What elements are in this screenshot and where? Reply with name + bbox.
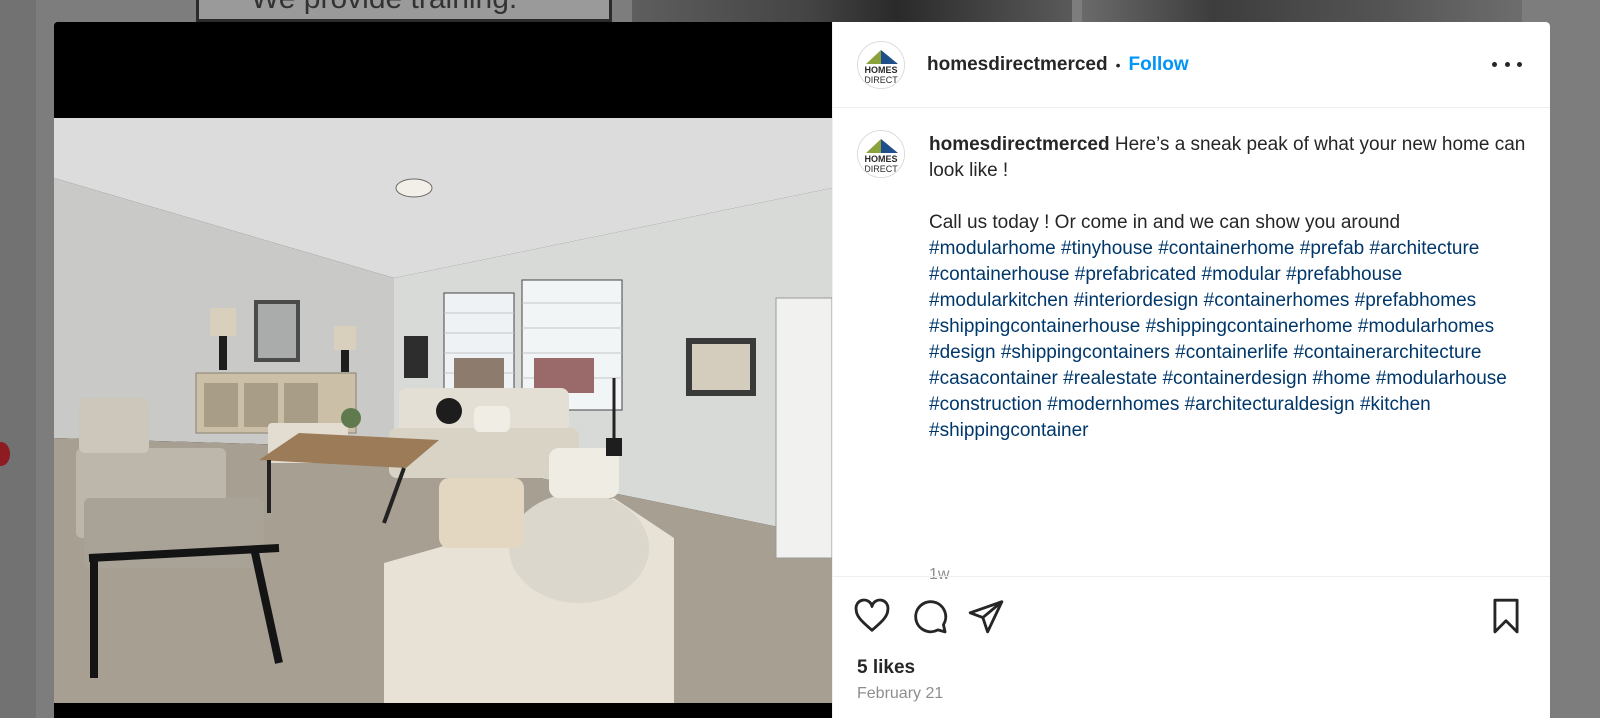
bookmark-icon[interactable] [1487, 597, 1525, 635]
separator-dot: • [1115, 56, 1121, 73]
post-date[interactable]: February 21 [857, 685, 943, 703]
hashtag-link[interactable]: #containerdesign [1162, 368, 1307, 389]
svg-text:HOMES: HOMES [864, 154, 897, 164]
hashtag-link[interactable]: #prefabhomes [1355, 290, 1476, 311]
hashtag-link[interactable]: #modularhomes [1358, 316, 1494, 337]
homes-direct-logo-icon: HOMES DIRECT [858, 41, 904, 88]
background-card-text: We provide training. [251, 0, 517, 16]
post-modal: HOMES DIRECT homesdirectmerced • Follow … [54, 22, 1550, 718]
homes-direct-logo-icon: HOMES DIRECT [858, 131, 904, 177]
paper-plane-icon[interactable] [967, 597, 1005, 635]
background-photo [1082, 0, 1522, 22]
caption-username[interactable]: homesdirectmerced [929, 134, 1110, 155]
hashtag-link[interactable]: #modularhouse [1376, 368, 1507, 389]
hashtag-link[interactable]: #tinyhouse [1061, 238, 1153, 259]
caption-area: HOMES DIRECT homesdirectmerced Here’s a … [833, 108, 1550, 583]
hashtag-link[interactable]: #casacontainer [929, 368, 1058, 389]
hashtag-link[interactable]: #modular [1202, 264, 1281, 285]
hashtag-link[interactable]: #containerhome [1158, 238, 1294, 259]
hashtag-link[interactable]: #shippingcontainerhouse [929, 316, 1140, 337]
hashtag-link[interactable]: #kitchen [1360, 394, 1431, 415]
hashtag-link[interactable]: #interiordesign [1074, 290, 1199, 311]
svg-text:DIRECT: DIRECT [864, 75, 898, 85]
post-header: HOMES DIRECT homesdirectmerced • Follow [833, 22, 1550, 108]
hashtag-link[interactable]: #shippingcontainers [1001, 342, 1170, 363]
svg-text:HOMES: HOMES [864, 65, 897, 75]
post-media[interactable] [54, 22, 832, 718]
avatar[interactable]: HOMES DIRECT [857, 40, 905, 89]
caption-line-2: Call us today ! Or come in and we can sh… [929, 212, 1401, 233]
post-caption: homesdirectmerced Here’s a sneak peak of… [929, 132, 1529, 444]
hashtag-link[interactable]: #design [929, 342, 996, 363]
follow-button[interactable]: Follow [1128, 54, 1188, 76]
hashtag-link[interactable]: #realestate [1063, 368, 1157, 389]
hashtag-link[interactable]: #containerhouse [929, 264, 1070, 285]
hashtag-link[interactable]: #modularkitchen [929, 290, 1068, 311]
comment-icon[interactable] [911, 597, 949, 635]
post-side-panel: HOMES DIRECT homesdirectmerced • Follow … [832, 22, 1550, 718]
hashtag-link[interactable]: #construction [929, 394, 1042, 415]
hashtag-link[interactable]: #containerlife [1175, 342, 1288, 363]
hashtag-link[interactable]: #architecture [1370, 238, 1480, 259]
living-room-photo [54, 118, 832, 703]
post-actions: 5 likes February 21 [833, 576, 1550, 718]
background-photo [632, 0, 1072, 22]
hashtag-link[interactable]: #shippingcontainerhome [1146, 316, 1353, 337]
svg-text:DIRECT: DIRECT [864, 164, 898, 174]
post-photo[interactable] [54, 118, 832, 703]
post-author-username[interactable]: homesdirectmerced [927, 54, 1108, 76]
hashtag-link[interactable]: #containerhomes [1204, 290, 1350, 311]
caption-avatar[interactable]: HOMES DIRECT [857, 130, 905, 178]
likes-count[interactable]: 5 likes [857, 657, 915, 679]
heart-icon[interactable] [853, 597, 891, 635]
hashtag-link[interactable]: #prefab [1300, 238, 1364, 259]
more-options-icon[interactable] [1492, 52, 1522, 76]
hashtag-list: #modularhome #tinyhouse #containerhome #… [929, 236, 1529, 444]
hashtag-link[interactable]: #shippingcontainer [929, 420, 1089, 441]
hashtag-link[interactable]: #modernhomes [1047, 394, 1179, 415]
background-sidebar [0, 0, 36, 718]
hashtag-link[interactable]: #home [1312, 368, 1370, 389]
background-card: We provide training. [196, 0, 612, 22]
hashtag-link[interactable]: #prefabricated [1075, 264, 1196, 285]
hashtag-link[interactable]: #architecturaldesign [1185, 394, 1355, 415]
hashtag-link[interactable]: #modularhome [929, 238, 1056, 259]
hashtag-link[interactable]: #prefabhouse [1286, 264, 1402, 285]
hashtag-link[interactable]: #containerarchitecture [1293, 342, 1481, 363]
